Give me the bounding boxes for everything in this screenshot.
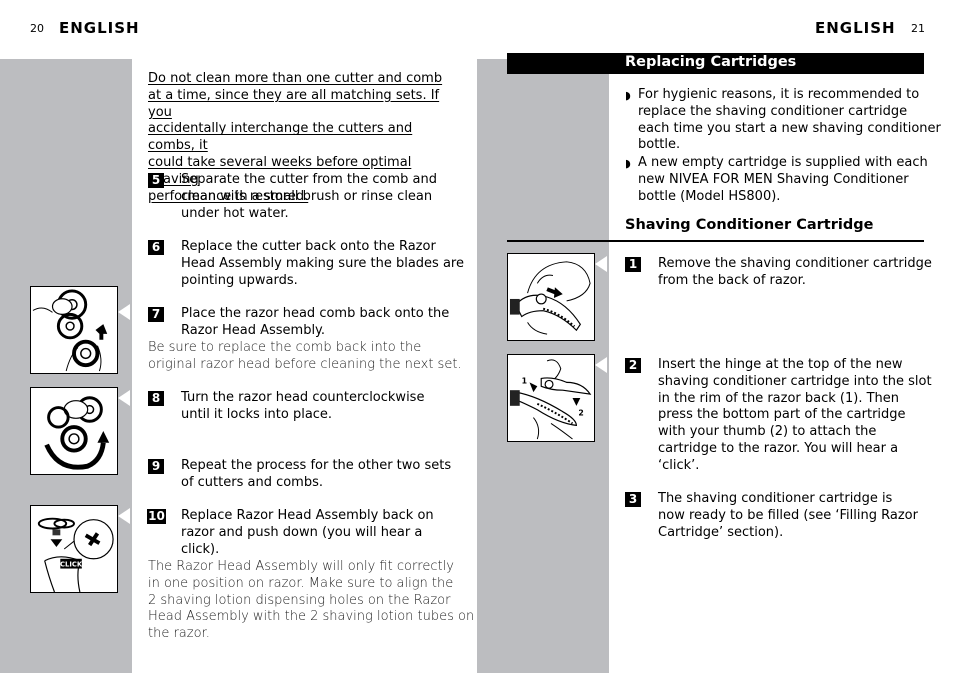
note-line: in one position on razor. Make sure to a… xyxy=(148,575,454,591)
step-number-5: 5 xyxy=(148,173,164,188)
step-5-text: Separate the cutter from the comb and cl… xyxy=(181,172,437,222)
bullet-line: each time you start a new shaving condit… xyxy=(638,120,941,136)
note-line: original razor head before cleaning the … xyxy=(148,356,462,372)
step-number-8: 8 xyxy=(148,391,164,406)
step-line: in the rim of the razor back (1). Then xyxy=(658,390,900,406)
turn-counterclockwise-illustration xyxy=(30,387,118,475)
note-line: Be sure to replace the comb back into th… xyxy=(148,340,422,355)
step-line: Replace Razor Head Assembly back on xyxy=(181,508,434,523)
bullet-line: A new empty cartridge is supplied with e… xyxy=(638,155,928,170)
step-line: with your thumb (2) to attach the xyxy=(658,424,877,440)
note-line: Head Assembly with the 2 shaving lotion … xyxy=(148,609,475,625)
click-label: CLICK xyxy=(60,561,83,569)
step-number-7: 7 xyxy=(148,307,164,322)
section-title-bar: Replacing Cartridges xyxy=(507,53,924,74)
step-number-3: 3 xyxy=(625,492,641,507)
bullet-2-text: A new empty cartridge is supplied with e… xyxy=(638,155,928,205)
step-line: razor and push down (you will hear a xyxy=(181,524,423,540)
step-line: Place the razor head comb back onto the xyxy=(181,306,450,321)
step-line: cartridge to the razor. You will hear a xyxy=(658,440,899,456)
step-line: Remove the shaving conditioner cartridge xyxy=(658,256,932,271)
bullet-line: bottle (Model HS800). xyxy=(638,188,781,204)
step-line: Razor Head Assembly. xyxy=(181,322,326,338)
note-line: The Razor Head Assembly will only fit co… xyxy=(148,559,454,574)
bullet-icon: ◗ xyxy=(625,89,631,102)
step-number-6: 6 xyxy=(148,240,164,255)
step-line: until it locks into place. xyxy=(181,406,333,422)
step-line: Insert the hinge at the top of the new xyxy=(658,357,903,372)
figure-label-2: 2 xyxy=(578,409,583,418)
bullet-line: new NIVEA FOR MEN Shaving Conditioner xyxy=(638,171,909,187)
step-3-text: The shaving conditioner cartridge is now… xyxy=(658,491,918,541)
bullet-icon: ◗ xyxy=(625,157,631,170)
bullet-line: bottle. xyxy=(638,137,681,153)
step-line: of cutters and combs. xyxy=(181,474,324,490)
step-line: now ready to be filled (see ‘Filling Raz… xyxy=(658,507,918,523)
warning-line: Do not clean more than one cutter and co… xyxy=(148,71,443,86)
step-line: ‘click’. xyxy=(658,457,700,473)
step-line: click). xyxy=(181,541,220,557)
right-page-number: 21 xyxy=(911,22,925,35)
step-number-10: 10 xyxy=(147,509,166,524)
note-line: the razor. xyxy=(148,626,210,642)
warning-line: at a time, since they are all matching s… xyxy=(148,87,440,120)
step-line: Cartridge’ section). xyxy=(658,524,784,540)
figure-pointer xyxy=(595,357,607,373)
section-title: Replacing Cartridges xyxy=(625,54,797,70)
step-line: The shaving conditioner cartridge is xyxy=(658,491,893,506)
step-line: pointing upwards. xyxy=(181,272,298,288)
step-number-9: 9 xyxy=(148,459,164,474)
step-line: Replace the cutter back onto the Razor xyxy=(181,239,436,254)
step-6-text: Replace the cutter back onto the Razor H… xyxy=(181,239,464,289)
subsection-title: Shaving Conditioner Cartridge xyxy=(625,217,874,233)
figure-label-1: 1 xyxy=(522,376,527,385)
step-9-text: Repeat the process for the other two set… xyxy=(181,458,451,492)
step-line: under hot water. xyxy=(181,205,289,221)
warning-line: accidentally interchange the cutters and… xyxy=(148,121,413,154)
step-line: Head Assembly making sure the blades are xyxy=(181,255,464,271)
subsection-rule xyxy=(507,240,924,242)
insert-cartridge-illustration: 1 2 xyxy=(507,354,595,442)
step-number-2: 2 xyxy=(625,358,641,373)
step-line: Separate the cutter from the comb and xyxy=(181,172,437,187)
push-down-click-illustration: CLICK xyxy=(30,505,118,593)
step-7-text: Place the razor head comb back onto the … xyxy=(181,306,449,340)
remove-cartridge-illustration xyxy=(507,253,595,341)
step-2-text: Insert the hinge at the top of the new s… xyxy=(658,357,932,475)
left-language-heading: ENGLISH xyxy=(59,19,140,37)
step-line: from the back of razor. xyxy=(658,272,806,288)
left-page-number: 20 xyxy=(30,22,44,35)
figure-pointer xyxy=(595,256,607,272)
step-line: Turn the razor head counterclockwise xyxy=(181,390,425,405)
step-1-text: Remove the shaving conditioner cartridge… xyxy=(658,256,932,290)
step-8-text: Turn the razor head counterclockwise unt… xyxy=(181,390,424,424)
right-language-heading: ENGLISH xyxy=(815,19,896,37)
step-10-note: The Razor Head Assembly will only fit co… xyxy=(148,559,474,643)
step-line: press the bottom part of the cartridge xyxy=(658,407,906,423)
figure-pointer xyxy=(118,508,130,524)
step-10-text: Replace Razor Head Assembly back on razo… xyxy=(181,508,434,558)
step-7-note: Be sure to replace the comb back into th… xyxy=(148,340,462,374)
figure-pointer xyxy=(118,390,130,406)
note-line: 2 shaving lotion dispensing holes on the… xyxy=(148,592,451,608)
bullet-line: replace the shaving conditioner cartridg… xyxy=(638,103,908,119)
bullet-1-text: For hygienic reasons, it is recommended … xyxy=(638,87,941,154)
insert-comb-illustration xyxy=(30,286,118,374)
bullet-line: For hygienic reasons, it is recommended … xyxy=(638,87,920,102)
step-line: clean with a small brush or rinse clean xyxy=(181,188,433,204)
step-line: shaving conditioner cartridge into the s… xyxy=(658,373,932,389)
step-line: Repeat the process for the other two set… xyxy=(181,458,452,473)
step-number-1: 1 xyxy=(625,257,641,272)
figure-pointer xyxy=(118,304,130,320)
